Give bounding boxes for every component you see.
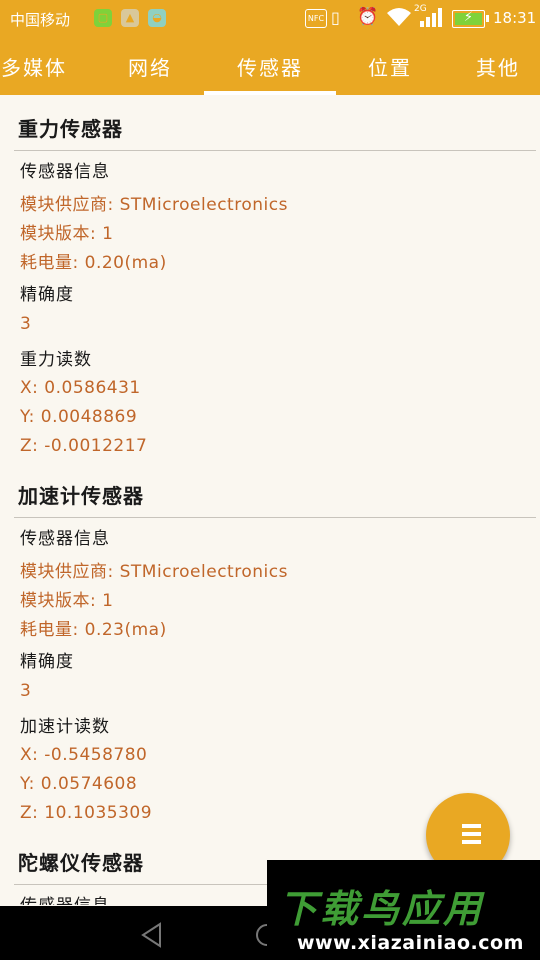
wifi-icon [387, 8, 411, 26]
watermark-logo: 下载鸟应用 [279, 887, 485, 931]
vibrate-icon: ▯ [331, 8, 340, 27]
tab-other[interactable]: 其他 [450, 38, 540, 95]
reading-label: 重力读数 [20, 350, 92, 370]
accuracy-value: 3 [20, 681, 32, 701]
accuracy-label: 精确度 [20, 652, 74, 672]
section-title: 加速计传感器 [18, 484, 144, 508]
signal-icon [420, 8, 442, 27]
reading-x: X: 0.0586431 [20, 378, 141, 398]
section-divider [14, 517, 536, 518]
section-divider [14, 150, 536, 151]
version-value: 模块版本: 1 [20, 591, 114, 611]
version-value: 模块版本: 1 [20, 224, 114, 244]
android-notification-icon: ◒ [148, 9, 166, 27]
notification-icon: ▢ [94, 9, 112, 27]
nfc-icon: NFC [305, 9, 327, 28]
watermark-url: www.xiazainiao.com [297, 932, 524, 954]
reading-x: X: -0.5458780 [20, 745, 148, 765]
power-value: 耗电量: 0.20(ma) [20, 253, 167, 273]
section-title: 陀螺仪传感器 [18, 851, 144, 875]
reading-z: Z: 10.1035309 [20, 803, 153, 823]
sensor-info-label: 传感器信息 [20, 891, 110, 905]
status-time: 18:31 [493, 9, 537, 27]
reading-label: 加速计读数 [20, 717, 110, 737]
accuracy-value: 3 [20, 314, 32, 334]
reading-y: Y: 0.0048869 [20, 407, 138, 427]
tab-multimedia[interactable]: 多媒体 [0, 38, 82, 95]
sensor-info-label: 传感器信息 [20, 162, 110, 182]
watermark: 下载鸟应用 www.xiazainiao.com [267, 860, 540, 960]
list-icon [457, 824, 481, 845]
alarm-icon: ⏰ [357, 7, 379, 27]
back-icon[interactable] [140, 922, 164, 948]
power-value: 耗电量: 0.23(ma) [20, 620, 167, 640]
carrier-label: 中国移动 [10, 11, 71, 29]
reading-y: Y: 0.0574608 [20, 774, 138, 794]
reading-z: Z: -0.0012217 [20, 436, 148, 456]
accuracy-label: 精确度 [20, 285, 74, 305]
tab-bar: 多媒体 网络 传感器 位置 其他 [0, 38, 540, 95]
section-title: 重力传感器 [18, 117, 123, 141]
tab-network[interactable]: 网络 [102, 38, 198, 95]
sensor-list[interactable]: 重力传感器 传感器信息 模块供应商: STMicroelectronics 模块… [0, 95, 540, 905]
sensor-info-label: 传感器信息 [20, 529, 110, 549]
status-bar: 中国移动 ▢ ▲ ◒ NFC ▯ ⏰ 2G ⚡ 18:31 [0, 0, 540, 38]
image-notification-icon: ▲ [121, 9, 139, 27]
vendor-value: 模块供应商: STMicroelectronics [20, 195, 288, 215]
vendor-value: 模块供应商: STMicroelectronics [20, 562, 288, 582]
tab-location[interactable]: 位置 [342, 38, 438, 95]
tab-sensors[interactable]: 传感器 [204, 38, 336, 95]
battery-icon: ⚡ [452, 10, 489, 28]
